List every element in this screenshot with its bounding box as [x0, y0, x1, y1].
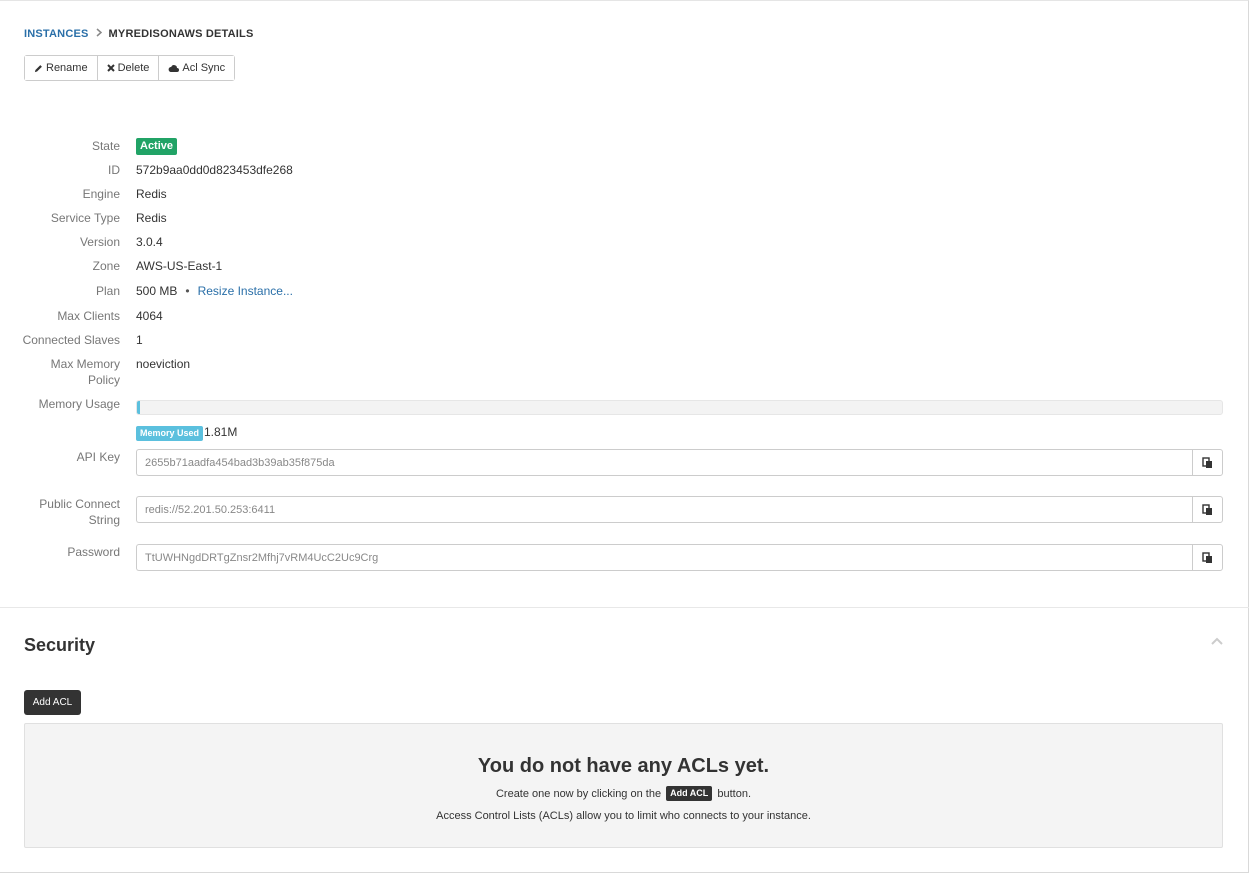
id-value: 572b9aa0dd0d823453dfe268 [136, 163, 293, 177]
memory-used-value: 1.81M [204, 425, 238, 439]
clipboard-icon [1202, 456, 1212, 468]
acl-sync-label: Acl Sync [182, 62, 226, 74]
delete-label: Delete [117, 62, 150, 74]
max-clients-label: Max Clients [57, 309, 120, 323]
password-field-group [136, 544, 1223, 571]
version-value: 3.0.4 [136, 235, 163, 249]
security-section-title: Security [24, 635, 96, 655]
max-memory-policy-label-line2: Policy [87, 373, 120, 387]
pencil-icon [34, 64, 42, 72]
empty-state-description: Access Control Lists (ACLs) allow you to… [436, 810, 811, 822]
section-divider [0, 607, 1249, 608]
delete-button[interactable]: Delete [96, 56, 159, 80]
zone-label: Zone [92, 259, 120, 273]
max-memory-policy-value: noeviction [136, 357, 191, 371]
clipboard-icon [1202, 551, 1212, 563]
public-connect-string-label-line2: String [88, 513, 120, 527]
service-type-value: Redis [136, 211, 167, 225]
service-type-label: Service Type [50, 211, 120, 225]
max-memory-policy-label: Max Memory Policy [51, 356, 120, 388]
plan-label: Plan [95, 284, 120, 298]
clipboard-icon [1202, 503, 1212, 515]
breadcrumb: INSTANCES MYREDISONAWS DETAILS [24, 28, 254, 40]
connected-slaves-value: 1 [136, 333, 143, 347]
empty-state-title: You do not have any ACLs yet. [477, 755, 770, 777]
id-label: ID [108, 163, 120, 177]
instance-actions-toolbar: Rename Delete Acl Sync [24, 55, 236, 81]
memory-usage-progress-bar [136, 400, 1223, 415]
rename-button[interactable]: Rename [25, 56, 97, 80]
breadcrumb-current: MYREDISONAWS DETAILS [108, 28, 254, 40]
password-label: Password [67, 545, 120, 559]
max-clients-value: 4064 [136, 309, 163, 323]
rename-label: Rename [46, 62, 88, 74]
public-connect-string-label-line1: Public Connect [39, 497, 120, 511]
cloud-icon [168, 65, 180, 72]
resize-instance-link[interactable]: Resize Instance... [198, 284, 293, 298]
engine-label: Engine [82, 187, 120, 201]
copy-connect-string-button[interactable] [1192, 496, 1223, 523]
plan-separator: • [185, 284, 190, 298]
empty-state-instruction-suffix: button. [717, 788, 752, 800]
public-connect-string-input[interactable] [136, 496, 1192, 523]
zone-value: AWS-US-East-1 [136, 259, 223, 273]
api-key-field-group [136, 449, 1223, 476]
memory-usage-progress-fill [137, 401, 141, 414]
acl-empty-state: You do not have any ACLs yet. Create one… [24, 723, 1223, 848]
api-key-input[interactable] [136, 449, 1192, 476]
copy-api-key-button[interactable] [1192, 449, 1223, 476]
password-input[interactable] [136, 544, 1192, 571]
state-label: State [91, 139, 120, 153]
plan-value: 500 MB [136, 284, 178, 298]
max-memory-policy-label-line1: Max Memory [50, 357, 120, 371]
public-connect-string-field-group [136, 496, 1223, 523]
memory-used-badge: Memory Used [136, 426, 204, 441]
add-acl-button[interactable]: Add ACL [24, 690, 81, 715]
breadcrumb-instances-link[interactable]: INSTANCES [24, 28, 89, 40]
chevron-right-icon [96, 28, 102, 40]
public-connect-string-label: Public Connect String [39, 496, 120, 528]
copy-password-button[interactable] [1192, 544, 1223, 571]
close-icon [106, 64, 115, 72]
api-key-label: API Key [76, 450, 120, 464]
chevron-up-icon[interactable] [1211, 634, 1223, 648]
status-badge: Active [136, 138, 178, 155]
version-label: Version [79, 235, 120, 249]
memory-usage-label: Memory Usage [38, 397, 120, 411]
acl-sync-button[interactable]: Acl Sync [158, 56, 235, 80]
connected-slaves-label: Connected Slaves [22, 333, 120, 347]
engine-value: Redis [136, 187, 167, 201]
inline-add-acl-badge: Add ACL [666, 786, 713, 801]
empty-state-instruction-prefix: Create one now by clicking on the [495, 788, 662, 800]
empty-state-instruction: Create one now by clicking on the Add AC… [25, 786, 1222, 801]
